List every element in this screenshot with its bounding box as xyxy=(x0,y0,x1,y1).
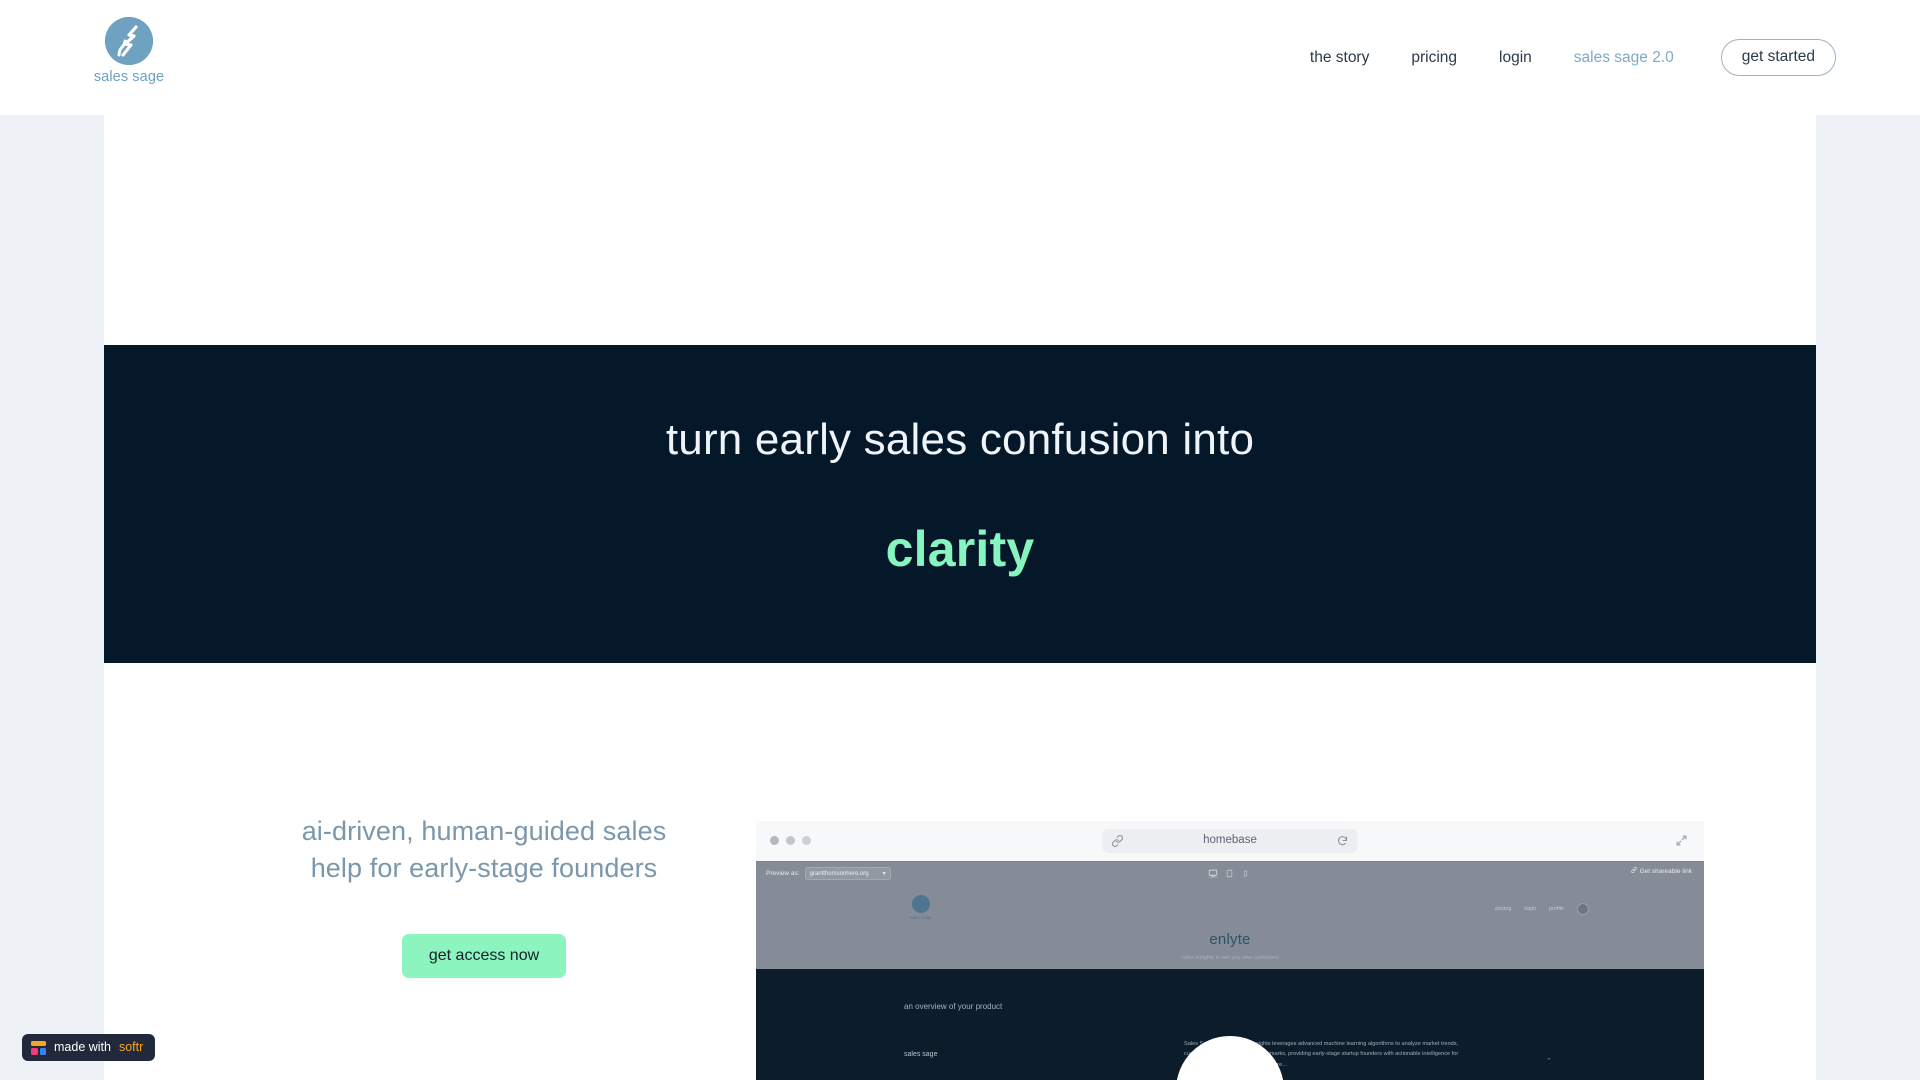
main-nav: the story pricing login sales sage 2.0 g… xyxy=(1289,0,1836,115)
hero-headline-clarity: clarity xyxy=(885,521,1035,577)
preview-as-value: grantthomsonhere.org xyxy=(809,870,869,877)
traffic-light-dots xyxy=(770,836,811,845)
left-gutter xyxy=(0,115,80,1080)
desktop-preview-icon[interactable] xyxy=(1208,865,1218,878)
link-icon xyxy=(1630,866,1637,875)
preview-as-group: Preview as: grantthomsonhere.org ▾ xyxy=(766,867,891,880)
preview-logo-text: sales sage xyxy=(910,915,932,920)
hero-headline-line1: turn early sales confusion into xyxy=(665,415,1255,464)
promo-copy: ai-driven, human-guided sales help for e… xyxy=(234,813,734,978)
page-root: sales sage the story pricing login sales… xyxy=(0,0,1920,1080)
logo-text: sales sage xyxy=(93,69,165,85)
get-access-now-button[interactable]: get access now xyxy=(401,933,567,978)
preview-logo[interactable]: sales sage xyxy=(904,895,938,920)
tablet-preview-icon[interactable] xyxy=(1226,865,1235,878)
nav-item-sales-sage-2[interactable]: sales sage 2.0 xyxy=(1553,50,1695,66)
preview-site-header: sales sage pricing login profile enlyte … xyxy=(756,881,1704,969)
inner-left-gutter xyxy=(80,115,104,1080)
made-with-softr-badge[interactable]: made with softr xyxy=(22,1034,156,1061)
get-started-button[interactable]: get started xyxy=(1720,39,1836,76)
preview-section-heading: an overview of your product xyxy=(904,1002,1003,1011)
preview-nav-pricing[interactable]: pricing xyxy=(1495,906,1511,912)
made-with-label: made with xyxy=(54,1040,111,1055)
preview-as-label: Preview as: xyxy=(766,870,800,877)
site-header: sales sage the story pricing login sales… xyxy=(0,0,1920,115)
maximize-dot-icon xyxy=(802,836,811,845)
avatar-icon[interactable] xyxy=(1577,903,1589,915)
url-text: homebase xyxy=(1203,834,1257,847)
winding-path-circle-icon xyxy=(105,17,153,65)
inner-right-gutter xyxy=(1816,115,1840,1080)
logo[interactable]: sales sage xyxy=(93,17,165,85)
nav-item-pricing[interactable]: pricing xyxy=(1390,50,1478,66)
link-icon xyxy=(1111,835,1124,847)
close-dot-icon xyxy=(770,836,779,845)
promo-headline-line1: ai-driven, human-guided sales xyxy=(301,816,667,846)
url-bar[interactable]: homebase xyxy=(1102,829,1358,853)
browser-mockup: homebase Preview as: grantthomsonhere.or… xyxy=(756,821,1704,1080)
preview-viewport: sales sage pricing login profile enlyte … xyxy=(756,881,1704,1080)
get-shareable-link-button[interactable]: Get shareable link xyxy=(1630,866,1692,875)
chevron-down-icon: ▾ xyxy=(882,871,886,877)
chevron-up-icon[interactable]: ⌃ xyxy=(1546,1057,1552,1065)
softr-logo-icon xyxy=(31,1040,46,1055)
gradient-frame: homebase Preview as: grantthomsonhere.or… xyxy=(720,810,1740,1080)
device-preview-toggles xyxy=(1208,865,1252,878)
minimize-dot-icon xyxy=(786,836,795,845)
preview-as-select[interactable]: grantthomsonhere.org ▾ xyxy=(804,867,891,880)
nav-item-the-story[interactable]: the story xyxy=(1289,50,1390,66)
right-gutter xyxy=(1840,115,1920,1080)
preview-nav-profile[interactable]: profile xyxy=(1549,906,1564,912)
mobile-preview-icon[interactable] xyxy=(1243,865,1252,877)
preview-product-label: sales sage xyxy=(904,1051,938,1058)
nav-item-login[interactable]: login xyxy=(1478,50,1553,66)
promo-headline: ai-driven, human-guided sales help for e… xyxy=(234,813,734,888)
preview-nav-login[interactable]: login xyxy=(1524,906,1536,912)
promo-section: ai-driven, human-guided sales help for e… xyxy=(104,663,1816,1080)
softr-label: softr xyxy=(118,1040,144,1055)
preview-toolbar: Preview as: grantthomsonhere.org ▾ Get s… xyxy=(756,861,1704,881)
preview-site-title: enlyte xyxy=(1209,931,1251,948)
expand-icon[interactable] xyxy=(1675,834,1688,847)
share-label: Get shareable link xyxy=(1639,867,1692,875)
winding-path-circle-icon xyxy=(912,895,930,913)
reload-icon[interactable] xyxy=(1337,835,1349,847)
browser-chrome: homebase xyxy=(756,821,1704,861)
preview-site-nav: pricing login profile xyxy=(1495,903,1589,915)
promo-headline-line2: help for early-stage founders xyxy=(310,853,658,884)
hero-banner: turn early sales confusion into clarity xyxy=(104,345,1816,663)
product-mockup: homebase Preview as: grantthomsonhere.or… xyxy=(704,713,1756,1080)
preview-site-subtitle: sales insights to win you new customers xyxy=(1181,955,1279,961)
